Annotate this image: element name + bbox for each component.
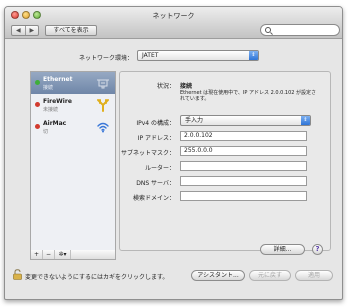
service-name: FireWire — [43, 98, 72, 105]
search-domain-label: 検索ドメイン： — [132, 195, 175, 202]
revert-button[interactable]: 元に戻す — [249, 270, 291, 281]
location-value: JATET — [142, 52, 159, 59]
service-status: 切 — [43, 129, 49, 135]
lock-icon[interactable] — [13, 269, 22, 280]
status-value: 接続 — [180, 83, 193, 90]
ip-address-label: IP アドレス： — [137, 135, 175, 142]
history-nav: ◀ ▶ — [11, 25, 39, 36]
service-status: 接続 — [43, 85, 54, 91]
status-dot-icon — [35, 124, 40, 129]
ipv4-select-arrows-icon: ⇕ — [301, 116, 310, 125]
advanced-button[interactable]: 詳細... — [260, 244, 305, 255]
location-select-arrows-icon: ⇕ — [249, 51, 258, 60]
service-item-ethernet[interactable]: Ethernet 接続 — [31, 72, 115, 94]
subnet-mask-field[interactable]: 255.0.0.0 — [180, 146, 307, 156]
remove-service-button[interactable]: − — [43, 250, 55, 259]
ipv4-config-select[interactable]: 手入力 ⇕ — [180, 115, 311, 126]
apply-button[interactable]: 適用 — [295, 270, 333, 281]
assistant-button[interactable]: アシスタント... — [191, 270, 245, 281]
ipv4-config-value: 手入力 — [185, 117, 204, 124]
subnet-mask-label: サブネットマスク： — [120, 150, 175, 157]
ethernet-icon — [97, 79, 109, 89]
location-label: ネットワーク環境： — [78, 55, 133, 62]
title-bar: ネットワーク ◀ ▶ すべてを表示 — [5, 7, 342, 39]
ipv4-config-label: IPv4 の構成： — [136, 120, 175, 127]
show-all-button[interactable]: すべてを表示 — [45, 25, 97, 36]
dns-server-field[interactable] — [180, 176, 307, 186]
service-item-firewire[interactable]: FireWire 未接続 — [31, 94, 115, 116]
service-status: 未接続 — [43, 107, 59, 113]
lock-message: 変更できないようにするにはカギをクリックします。 — [25, 274, 169, 281]
service-name: AirMac — [43, 120, 67, 127]
router-label: ルーター： — [144, 165, 175, 172]
search-input[interactable] — [260, 24, 340, 36]
help-button[interactable]: ? — [312, 244, 323, 255]
back-button[interactable]: ◀ — [12, 26, 25, 35]
forward-button[interactable]: ▶ — [24, 26, 39, 35]
wifi-icon — [97, 122, 109, 133]
status-label: 状況： — [156, 83, 175, 90]
search-domain-field[interactable] — [180, 191, 307, 201]
service-list-footer: + − ✲▾ — [30, 250, 116, 260]
status-dot-icon — [35, 80, 40, 85]
router-field[interactable] — [180, 161, 307, 171]
service-name: Ethernet — [43, 76, 73, 83]
window-title: ネットワーク — [152, 12, 195, 20]
service-actions-gear-icon[interactable]: ✲▾ — [55, 250, 71, 259]
add-service-button[interactable]: + — [31, 250, 43, 259]
dns-server-label: DNS サーバ： — [136, 180, 175, 187]
search-icon — [265, 27, 271, 33]
location-select[interactable]: JATET ⇕ — [137, 50, 259, 61]
network-preferences-window: ネットワーク ◀ ▶ すべてを表示 ネットワーク環境： JATET ⇕ Ethe… — [4, 6, 343, 300]
ip-address-field[interactable]: 2.0.0.102 — [180, 131, 307, 141]
service-list: Ethernet 接続 FireWire 未接続 AirMac 切 — [30, 71, 116, 251]
status-description: Ethernet は現在使用中で、IP アドレス 2.0.0.102 が設定され… — [180, 90, 317, 102]
firewire-icon — [97, 99, 109, 112]
service-item-airmac[interactable]: AirMac 切 — [31, 116, 115, 138]
status-dot-icon — [35, 102, 40, 107]
